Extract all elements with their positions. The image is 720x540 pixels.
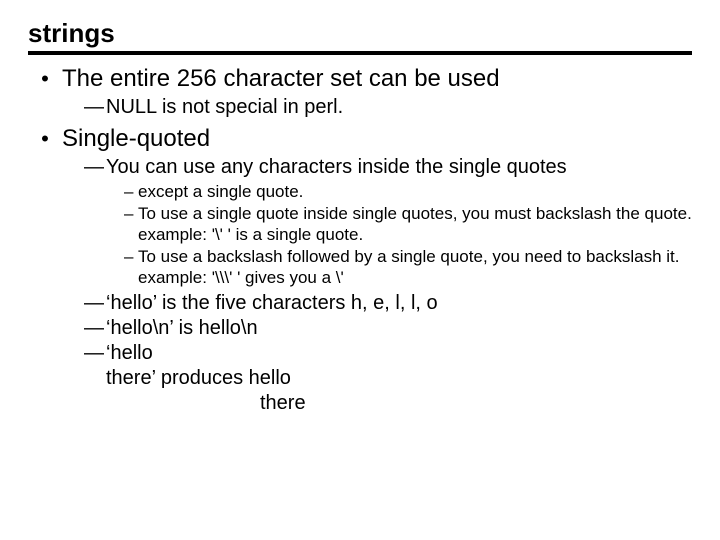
dash-icon: — (84, 155, 106, 179)
bullet-2-l3: – except a single quote. – To use a sing… (124, 181, 692, 288)
bullet-1-sub: — NULL is not special in perl. (84, 95, 692, 119)
example-2-text: ‘hello\n’ is hello\n (106, 316, 258, 341)
bullet-1: • The entire 256 character set can be us… (28, 65, 692, 93)
example-3: — ‘hello (84, 341, 692, 366)
title-rule (28, 51, 692, 55)
bullet-2: • Single-quoted (28, 125, 692, 153)
l3a-text: except a single quote. (138, 181, 303, 202)
example-2: — ‘hello\n’ is hello\n (84, 316, 692, 341)
bullet-2-sub: — You can use any characters inside the … (84, 155, 692, 179)
example-3b-text: there’ produces hello (106, 366, 692, 391)
dash-icon: — (84, 291, 106, 315)
bullet-2-sub-text: You can use any characters inside the si… (106, 155, 567, 179)
l3b-text: To use a single quote inside single quot… (138, 203, 692, 245)
example-1-text: ‘hello’ is the five characters h, e, l, … (106, 291, 438, 316)
bullet-1-text: The entire 256 character set can be used (62, 65, 500, 93)
example-3a-text: ‘hello (106, 341, 153, 366)
dash-icon: — (84, 95, 106, 119)
bullet-icon: • (28, 66, 62, 92)
endash-icon: – (124, 203, 138, 224)
dash-icon: — (84, 341, 106, 365)
bullet-1-sub-text: NULL is not special in perl. (106, 95, 343, 119)
example-3c-text: there (260, 391, 692, 416)
example-1: — ‘hello’ is the five characters h, e, l… (84, 291, 692, 316)
slide-title: strings (28, 18, 692, 49)
bullet-2-text: Single-quoted (62, 125, 210, 153)
endash-icon: – (124, 246, 138, 267)
bullet-icon: • (28, 126, 62, 152)
l3c-text: To use a backslash followed by a single … (138, 246, 692, 288)
endash-icon: – (124, 181, 138, 202)
slide: strings • The entire 256 character set c… (0, 0, 720, 416)
dash-icon: — (84, 316, 106, 340)
